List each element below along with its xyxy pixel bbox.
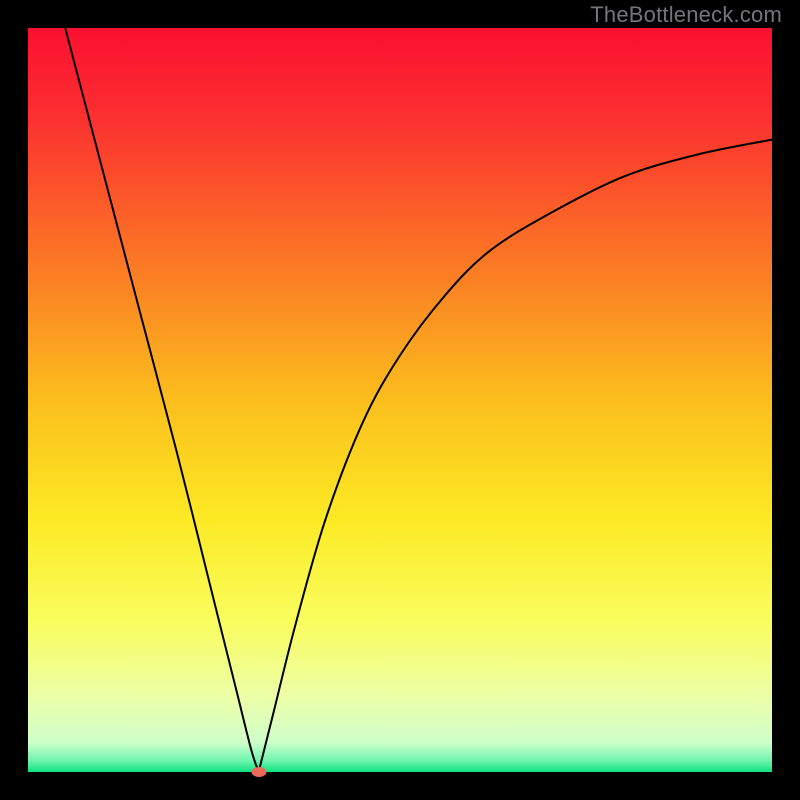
plot-area: [28, 28, 772, 772]
chart-svg: [28, 28, 772, 772]
minimum-marker: [251, 767, 266, 777]
gradient-background: [28, 28, 772, 772]
watermark-text: TheBottleneck.com: [590, 2, 782, 28]
chart-frame: TheBottleneck.com: [0, 0, 800, 800]
